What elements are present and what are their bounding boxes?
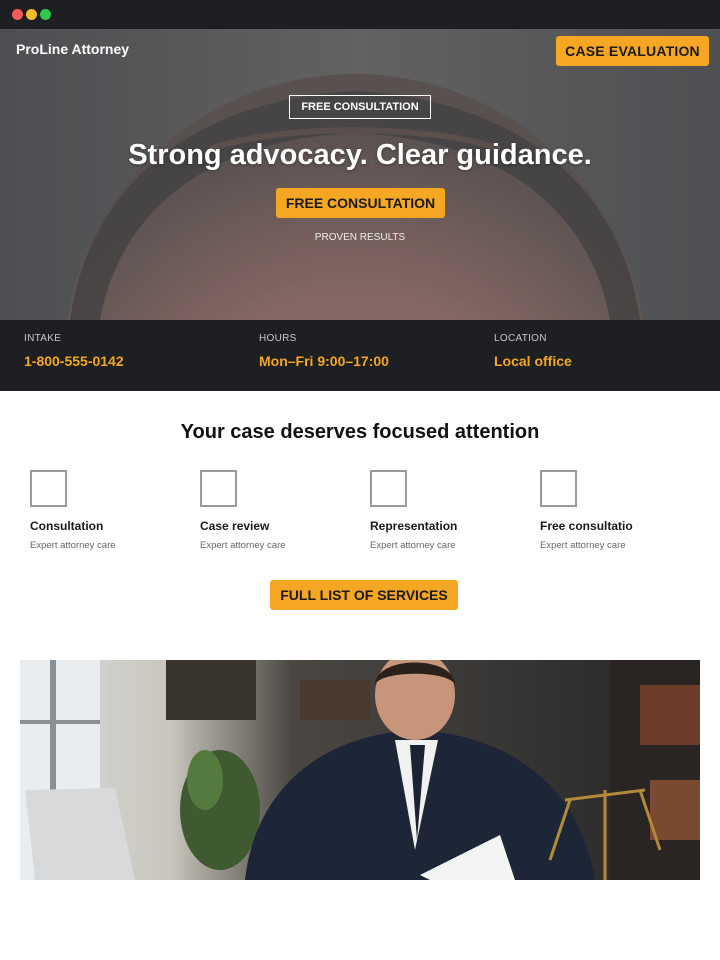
service-card-representation[interactable]: Representation Expert attorney care	[370, 470, 520, 551]
maximize-window-dot[interactable]	[40, 9, 51, 20]
hero-subtext: PROVEN RESULTS	[314, 232, 406, 243]
hero-section: ProLine Attorney CASE EVALUATION FREE CO…	[0, 29, 720, 320]
hero-tag-badge: FREE CONSULTATION	[289, 95, 431, 119]
brand-logo-text[interactable]: ProLine Attorney	[16, 41, 129, 57]
service-card-consultation[interactable]: Consultation Expert attorney care	[30, 470, 180, 551]
service-name: Case review	[200, 519, 270, 533]
window-titlebar	[0, 0, 720, 29]
minimize-window-dot[interactable]	[26, 9, 37, 20]
attorney-office-photo	[20, 660, 700, 880]
info-location: LOCATION Local office	[494, 333, 572, 369]
service-icon-placeholder	[540, 470, 577, 507]
service-card-free-consultation[interactable]: Free consultation Expert attorney care	[540, 470, 690, 551]
intake-phone-link[interactable]: 1-800-555-0142	[24, 353, 124, 369]
service-icon-placeholder	[370, 470, 407, 507]
info-label: HOURS	[259, 333, 297, 344]
attorney-photo-illustration	[20, 660, 700, 880]
service-icon-placeholder	[30, 470, 67, 507]
service-name: Representation	[370, 519, 458, 533]
service-desc: Expert attorney care	[200, 540, 286, 551]
case-evaluation-button[interactable]: CASE EVALUATION	[556, 36, 709, 66]
location-value: Local office	[494, 353, 572, 369]
hero-overlay	[0, 29, 720, 320]
info-intake: INTAKE 1-800-555-0142	[24, 333, 124, 369]
service-icon-placeholder	[200, 470, 237, 507]
full-services-button[interactable]: FULL LIST OF SERVICES	[270, 580, 458, 610]
service-card-case-review[interactable]: Case review Expert attorney care	[200, 470, 350, 551]
hero-headline: Strong advocacy. Clear guidance.	[128, 139, 592, 171]
service-desc: Expert attorney care	[30, 540, 116, 551]
service-name: Consultation	[30, 519, 104, 533]
info-strip: INTAKE 1-800-555-0142 HOURS Mon–Fri 9:00…	[0, 320, 720, 391]
info-label: INTAKE	[24, 333, 62, 344]
info-hours: HOURS Mon–Fri 9:00–17:00	[259, 333, 389, 369]
services-title: Your case deserves focused attention	[180, 421, 540, 443]
info-label: LOCATION	[494, 333, 547, 344]
close-window-dot[interactable]	[12, 9, 23, 20]
free-consultation-button[interactable]: FREE CONSULTATION	[276, 188, 445, 218]
service-name: Free consultation	[540, 519, 633, 533]
service-desc: Expert attorney care	[540, 540, 626, 551]
service-desc: Expert attorney care	[370, 540, 456, 551]
hours-value: Mon–Fri 9:00–17:00	[259, 353, 389, 369]
